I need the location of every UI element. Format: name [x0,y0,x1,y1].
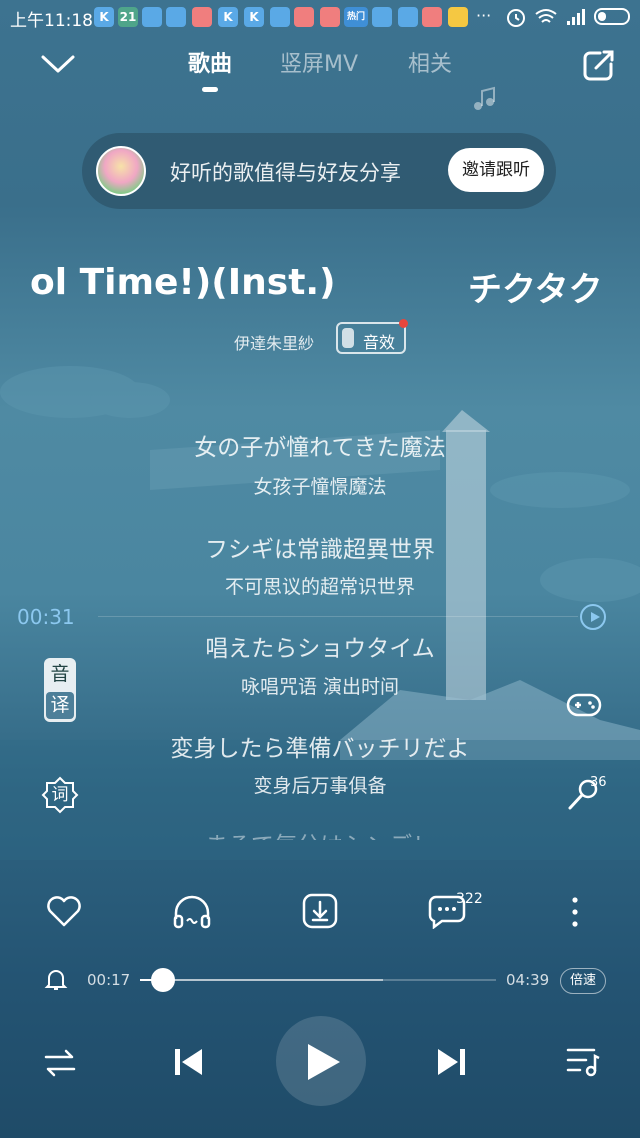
repeat-mode-icon[interactable] [44,1048,76,1078]
app-notification-icon: K [244,7,264,27]
playback-speed-button[interactable]: 倍速 [560,968,606,994]
artist-name[interactable]: 伊達朱里紗 [234,330,314,354]
play-store-icon [320,7,340,27]
playlist-icon[interactable] [566,1046,600,1078]
invite-text: 好听的歌值得与好友分享 [170,161,401,185]
avatar [96,146,146,196]
previous-track-icon[interactable] [172,1046,204,1078]
translate-label: 译 [46,692,74,719]
play-store-icon [422,7,442,27]
current-time: 00:17 [87,971,131,989]
status-time: 上午11:18 [10,11,93,31]
wifi-icon [535,9,557,23]
app-notification-icon [372,7,392,27]
app-notification-icon [166,7,186,27]
status-bar: 上午11:18 K 21 K K 热门 ··· [0,0,640,34]
lyric-translation: 咏唱咒语 演出时间 [240,676,400,698]
game-controller-icon[interactable] [566,690,602,720]
headphones-icon[interactable] [171,893,213,931]
lyric-seek-time: 00:31 [17,605,75,629]
tab-related[interactable]: 相关 [408,46,452,78]
total-time: 04:39 [506,971,550,989]
bell-icon[interactable] [44,966,68,992]
new-badge-dot [399,319,408,328]
favorite-heart-icon[interactable] [45,893,83,929]
lyric-line[interactable]: 女の子が憧れてきた魔法 [0,428,640,462]
comment-count-badge: 322 [456,891,483,907]
app-notification-icon: K [218,7,238,27]
lyric-line[interactable]: フシギは常識超異世界 [0,530,640,564]
phonetic-label: 音 [50,663,70,685]
seek-play-icon[interactable] [580,604,606,630]
app-notification-icon [448,7,468,27]
lyric-line[interactable]: 唱えたらショウタイム [0,629,640,663]
progress-thumb[interactable] [151,968,176,992]
tab-song[interactable]: 歌曲 [188,46,232,78]
alarm-icon [507,9,525,27]
app-notification-icon [270,7,290,27]
lyric-translation: 变身后万事俱备 [253,775,387,797]
karaoke-count-badge: 36 [590,775,607,790]
progress-buffer [140,979,383,981]
signal-icon [567,9,585,25]
sound-effect-label: 音效 [363,333,396,352]
battery-icon [594,8,630,25]
play-icon [308,1044,340,1080]
play-store-icon [294,7,314,27]
app-notification-icon: 热门 [344,7,368,27]
tab-vertical-mv[interactable]: 竖屏MV [280,46,358,78]
active-tab-indicator [202,87,218,92]
app-notification-icon: 21 [118,7,138,27]
song-title: ol Time!)(Inst.) [30,262,336,303]
song-title-next: チクタク [468,270,603,310]
play-store-icon [192,7,212,27]
collapse-chevron-down-icon[interactable] [40,52,76,76]
app-notification-icon [142,7,162,27]
more-notifications-icon: ··· [476,6,492,25]
lyric-style-label: 词 [51,785,69,805]
download-icon[interactable] [302,893,338,929]
invite-listen-button[interactable]: 邀请跟听 [448,148,544,192]
app-notification-icon [398,7,418,27]
share-icon[interactable] [582,48,616,82]
lyric-seek-line [98,616,578,617]
lyric-line[interactable]: 変身したら準備バッチリだよ [0,729,640,763]
next-track-icon[interactable] [436,1046,468,1078]
lyric-translation: 不可思议的超常识世界 [224,576,415,598]
app-notification-icon: K [94,7,114,27]
more-options-icon[interactable] [568,895,582,929]
lyric-translation: 女孩子憧憬魔法 [253,476,387,498]
lyric-line-partial: まるで気分はシンデレ [0,826,640,840]
music-note-icon [474,86,495,110]
sound-effect-toggle-icon [342,328,354,348]
